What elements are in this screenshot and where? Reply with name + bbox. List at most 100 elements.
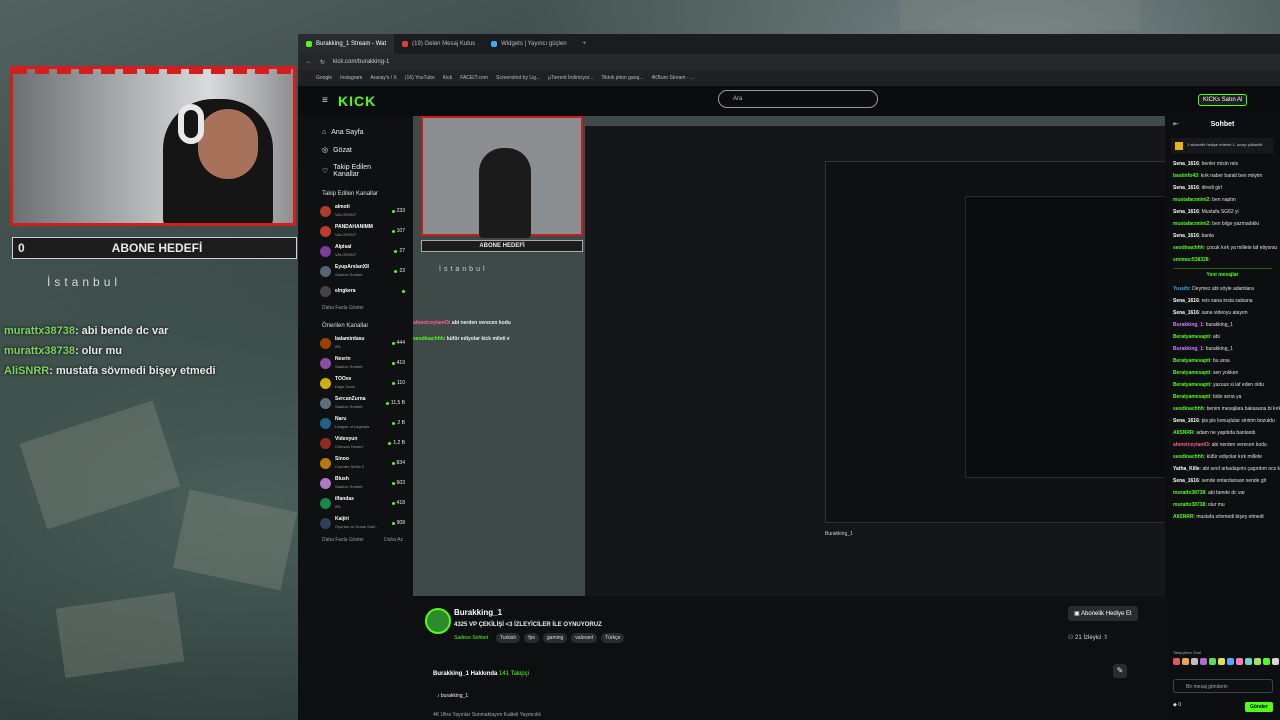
- followed-show-more[interactable]: Daha Fazla Göster: [298, 301, 413, 315]
- chat-username[interactable]: mustafacmimi2: [1173, 221, 1209, 227]
- reload-icon[interactable]: ↻: [320, 59, 325, 66]
- chat-username[interactable]: murattx38738: [1173, 490, 1205, 496]
- chat-username[interactable]: smimoc538328: [1173, 257, 1209, 263]
- chat-username[interactable]: Sena_1616: [1173, 298, 1199, 304]
- nav-browse[interactable]: ◎ Gözat: [298, 141, 413, 159]
- bookmark-utorrent[interactable]: µTorrent İndiriciyor...: [548, 75, 593, 81]
- bookmark-instagram[interactable]: Instagram: [340, 75, 362, 81]
- emote-icon[interactable]: [1236, 658, 1243, 665]
- bookmark-tiktok[interactable]: Tiktok jeton garaj...: [601, 75, 643, 81]
- chat-username[interactable]: murattx38738: [1173, 502, 1205, 508]
- sidebar-channel-item[interactable]: Blush Sadece Sohbet 603: [298, 473, 413, 493]
- chat-username[interactable]: AliSNRR: [1173, 430, 1194, 436]
- tiktok-link[interactable]: ♪ burakking_1: [437, 693, 468, 699]
- suggested-show-more[interactable]: Daha Fazla Göster: [322, 537, 364, 543]
- tab-widgets[interactable]: Widgets | Yayıncı güçlen: [483, 34, 574, 54]
- chat-username[interactable]: Burakking_1: [1173, 322, 1203, 328]
- chat-username[interactable]: Yusufx: [1173, 286, 1189, 292]
- chat-username[interactable]: seodinachhh: [1173, 245, 1204, 251]
- chat-username[interactable]: AliSNRR: [1173, 514, 1194, 520]
- tab-inbox[interactable]: (19) Gelen Mesaj Kutus: [394, 34, 483, 54]
- bookmark-x[interactable]: Arasay's / X: [370, 75, 397, 81]
- stream-tag[interactable]: fps: [524, 633, 539, 643]
- chat-username[interactable]: Beratyamesapti: [1173, 394, 1210, 400]
- sidebar-channel-item[interactable]: Alpisal VALORANT 27: [298, 241, 413, 261]
- emote-icon[interactable]: [1191, 658, 1198, 665]
- chat-input[interactable]: Bir mesaj gönderin: [1173, 679, 1273, 693]
- bookmark-screenshot[interactable]: Screenshot by Lig...: [496, 75, 540, 81]
- video-player[interactable]: ABONE HEDEFİ İstanbul ahmetceylan43: abi…: [413, 116, 1165, 596]
- emote-icon[interactable]: [1227, 658, 1234, 665]
- streamer-avatar[interactable]: [425, 608, 451, 634]
- sidebar-channel-item[interactable]: TOOxe Days Gone 110: [298, 373, 413, 393]
- gift-subscription-button[interactable]: ▣ Abonelik Hediye Et: [1068, 606, 1138, 621]
- back-icon[interactable]: ←: [306, 59, 312, 65]
- hamburger-menu-icon[interactable]: ≡: [322, 95, 328, 106]
- sidebar-channel-item[interactable]: elngkera: [298, 281, 413, 301]
- sidebar-channel-item[interactable]: almoti VALORANT 233: [298, 201, 413, 221]
- sidebar-channel-item[interactable]: ilfandas IRL 418: [298, 493, 413, 513]
- send-button[interactable]: Gönder: [1245, 702, 1273, 712]
- chat-username[interactable]: Sena_1616: [1173, 185, 1199, 191]
- new-tab-button[interactable]: +: [575, 34, 595, 54]
- emote-icon[interactable]: [1263, 658, 1270, 665]
- bookmark-4kburo[interactable]: 4KBuro Stream - ...: [651, 75, 694, 81]
- share-icon[interactable]: ⇧: [1103, 635, 1108, 641]
- stream-tag[interactable]: gaming: [542, 633, 568, 643]
- chat-username[interactable]: Beratyamesapti: [1173, 370, 1210, 376]
- buy-kicks-button[interactable]: KICKs Satın Al: [1198, 94, 1248, 106]
- emote-icon[interactable]: [1182, 658, 1189, 665]
- chat-username[interactable]: Sena_1616: [1173, 209, 1199, 215]
- chat-username[interactable]: seodinachhh: [1173, 454, 1204, 460]
- emote-icon[interactable]: [1245, 658, 1252, 665]
- chat-username[interactable]: Yatha_Kille: [1173, 466, 1200, 472]
- chat-username[interactable]: seodinachhh: [1173, 406, 1204, 412]
- emote-icon[interactable]: [1209, 658, 1216, 665]
- chat-username[interactable]: Sena_1616: [1173, 310, 1199, 316]
- suggested-show-less[interactable]: Daha Az: [384, 537, 403, 543]
- bookmark-kick[interactable]: Kick: [443, 75, 452, 81]
- emote-icon[interactable]: [1272, 658, 1279, 665]
- emote-icon[interactable]: [1173, 658, 1180, 665]
- chat-username[interactable]: Sena_1616: [1173, 478, 1199, 484]
- stream-tag[interactable]: Türkçe: [601, 633, 625, 643]
- chat-username[interactable]: mustafacmimi2: [1173, 197, 1209, 203]
- chat-username[interactable]: Sena_1616: [1173, 233, 1199, 239]
- chat-username[interactable]: Sena_1616: [1173, 161, 1199, 167]
- url-text[interactable]: kick.com/burakking-1: [333, 59, 389, 65]
- chat-username[interactable]: Beratyamesapti: [1173, 334, 1210, 340]
- sidebar-channel-item[interactable]: EyupArslanXII Sadece Sohbet 23: [298, 261, 413, 281]
- sidebar-channel-item[interactable]: Videoyun Crimson Desert 1,2 B: [298, 433, 413, 453]
- collapse-chat-icon[interactable]: ⇤: [1173, 120, 1179, 128]
- nav-following[interactable]: ♡ Takip Edilen Kanallar: [298, 159, 413, 183]
- chat-username[interactable]: Beratyamesapti: [1173, 382, 1210, 388]
- sidebar-channel-item[interactable]: PANDAHANIMM VALORANT 107: [298, 221, 413, 241]
- chat-username[interactable]: bastinfo43: [1173, 173, 1198, 179]
- sidebar-channel-item[interactable]: Nesrin Sadece Sohbet 419: [298, 353, 413, 373]
- streamer-name[interactable]: Burakking_1: [454, 608, 502, 617]
- bookmark-faceit[interactable]: FACEIT.com: [460, 75, 488, 81]
- chat-username[interactable]: ahmetceylan43: [1173, 442, 1209, 448]
- sidebar-channel-item[interactable]: Naru League of Legends 2 B: [298, 413, 413, 433]
- tab-kick-stream[interactable]: Burakking_1 Stream - Wat: [298, 34, 395, 54]
- search-input[interactable]: Ara: [718, 90, 878, 108]
- emote-icon[interactable]: [1200, 658, 1207, 665]
- chat-username[interactable]: Sena_1616: [1173, 418, 1199, 424]
- address-bar[interactable]: ← ↻ kick.com/burakking-1: [298, 54, 1280, 70]
- sidebar-channel-item[interactable]: Sinoo Counter-Strike 2 834: [298, 453, 413, 473]
- chat-username[interactable]: Beratyamesapti: [1173, 358, 1210, 364]
- chat-username[interactable]: Burakking_1: [1173, 346, 1203, 352]
- stream-tag[interactable]: valorant: [571, 633, 598, 643]
- nav-home[interactable]: ⌂ Ana Sayfa: [298, 124, 413, 141]
- kick-logo[interactable]: KICK: [338, 93, 376, 109]
- sidebar-channel-item[interactable]: Kaijiri Oyunlar ve Dosta Saril... 908: [298, 513, 413, 533]
- edit-icon[interactable]: ✎: [1113, 664, 1127, 678]
- stream-category[interactable]: Sadece Sohbet: [454, 635, 488, 641]
- stream-tag[interactable]: Turkish: [496, 633, 521, 643]
- bookmark-youtube[interactable]: (16) YouTube: [405, 75, 435, 81]
- sidebar-channel-item[interactable]: SercanZurna Sadece Sohbet 11,5 B: [298, 393, 413, 413]
- emote-icon[interactable]: [1218, 658, 1225, 665]
- emote-icon[interactable]: [1254, 658, 1261, 665]
- bookmark-google[interactable]: Google: [316, 75, 332, 81]
- sidebar-channel-item[interactable]: balamirdasu IRL 444: [298, 333, 413, 353]
